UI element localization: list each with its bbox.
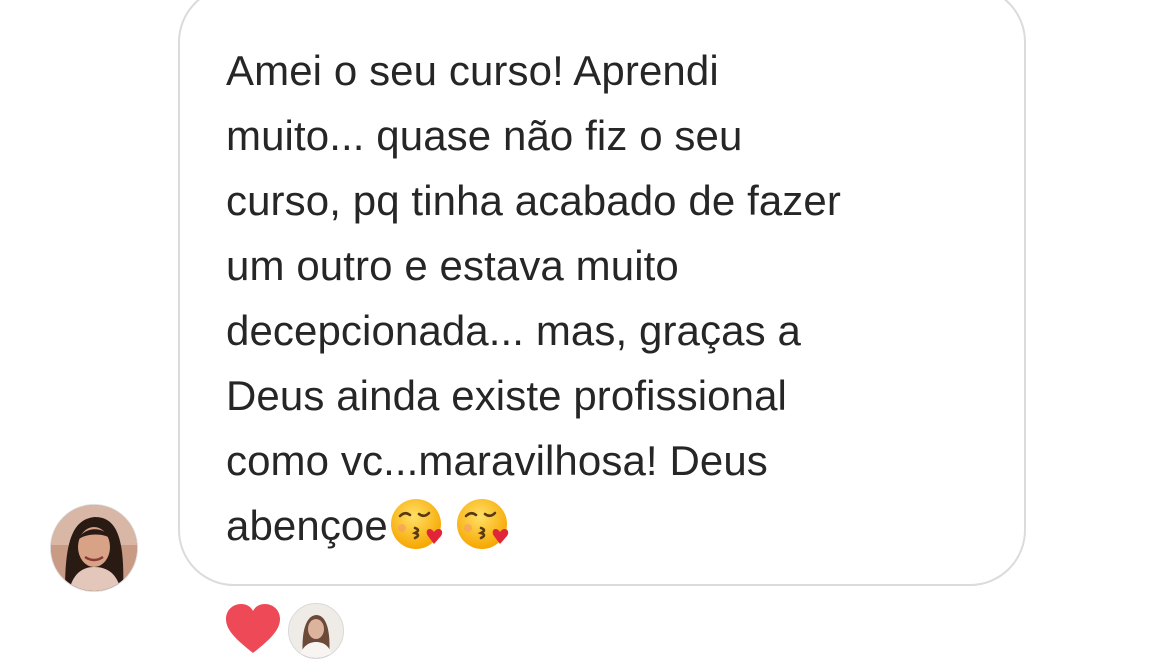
face-blowing-a-kiss-icon (388, 494, 448, 554)
message-line: curso, pq tinha acabado de fazer (226, 177, 841, 224)
message-line: Deus ainda existe profissional (226, 372, 787, 419)
face-blowing-a-kiss-icon (454, 494, 514, 554)
profile-photo (51, 505, 137, 591)
message-last-line: abençoe (226, 493, 1006, 558)
reactor-avatar[interactable] (288, 603, 344, 659)
heart-icon[interactable] (224, 603, 282, 655)
profile-photo (289, 604, 343, 658)
message-line: como vc...maravilhosa! Deus (226, 437, 768, 484)
message-line: um outro e estava muito (226, 242, 679, 289)
message-line: abençoe (226, 502, 388, 549)
message-text: Amei o seu curso! Aprendi muito... quase… (226, 38, 1006, 558)
sender-avatar[interactable] (50, 504, 138, 592)
message-line: decepcionada... mas, graças a (226, 307, 801, 354)
message-line: Amei o seu curso! Aprendi (226, 47, 719, 94)
message-line: muito... quase não fiz o seu (226, 112, 743, 159)
